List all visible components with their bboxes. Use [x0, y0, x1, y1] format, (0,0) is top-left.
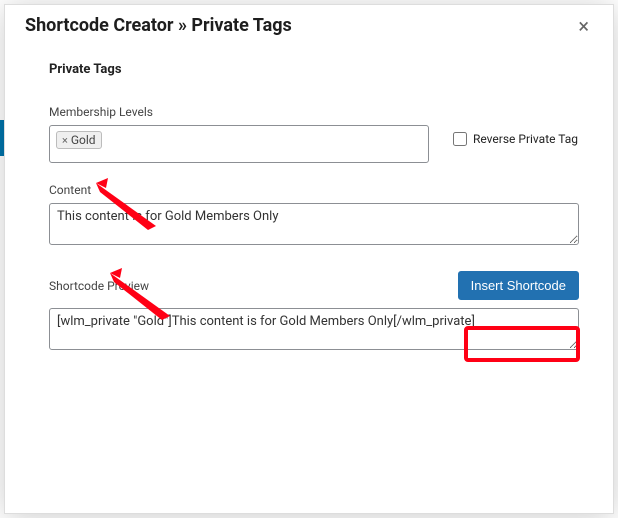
- membership-levels-group: Membership Levels × Gold Reverse Private…: [49, 105, 585, 163]
- content-textarea[interactable]: [49, 203, 579, 245]
- shortcode-creator-modal: Shortcode Creator » Private Tags × Priva…: [4, 4, 614, 514]
- modal-body: Private Tags Membership Levels × Gold Re…: [5, 44, 613, 513]
- reverse-checkbox-input[interactable]: [453, 132, 467, 146]
- insert-shortcode-button[interactable]: Insert Shortcode: [458, 271, 579, 300]
- membership-tag-label: Gold: [71, 133, 96, 147]
- modal-header: Shortcode Creator » Private Tags ×: [5, 5, 613, 44]
- close-icon[interactable]: ×: [574, 16, 593, 36]
- shortcode-preview-textarea[interactable]: [49, 308, 579, 350]
- membership-levels-label: Membership Levels: [49, 105, 585, 119]
- content-group: Content: [49, 183, 585, 249]
- reverse-checkbox-label: Reverse Private Tag: [473, 132, 578, 146]
- content-label: Content: [49, 183, 585, 197]
- shortcode-preview-label: Shortcode Preview: [49, 279, 149, 293]
- shortcode-preview-group: Shortcode Preview Insert Shortcode: [49, 271, 585, 354]
- remove-tag-icon[interactable]: ×: [62, 135, 68, 146]
- modal-title: Shortcode Creator » Private Tags: [25, 15, 292, 36]
- section-title: Private Tags: [49, 62, 585, 77]
- reverse-private-tag-checkbox[interactable]: Reverse Private Tag: [453, 132, 578, 146]
- membership-levels-input[interactable]: × Gold: [49, 125, 429, 163]
- membership-tag-chip[interactable]: × Gold: [56, 131, 102, 149]
